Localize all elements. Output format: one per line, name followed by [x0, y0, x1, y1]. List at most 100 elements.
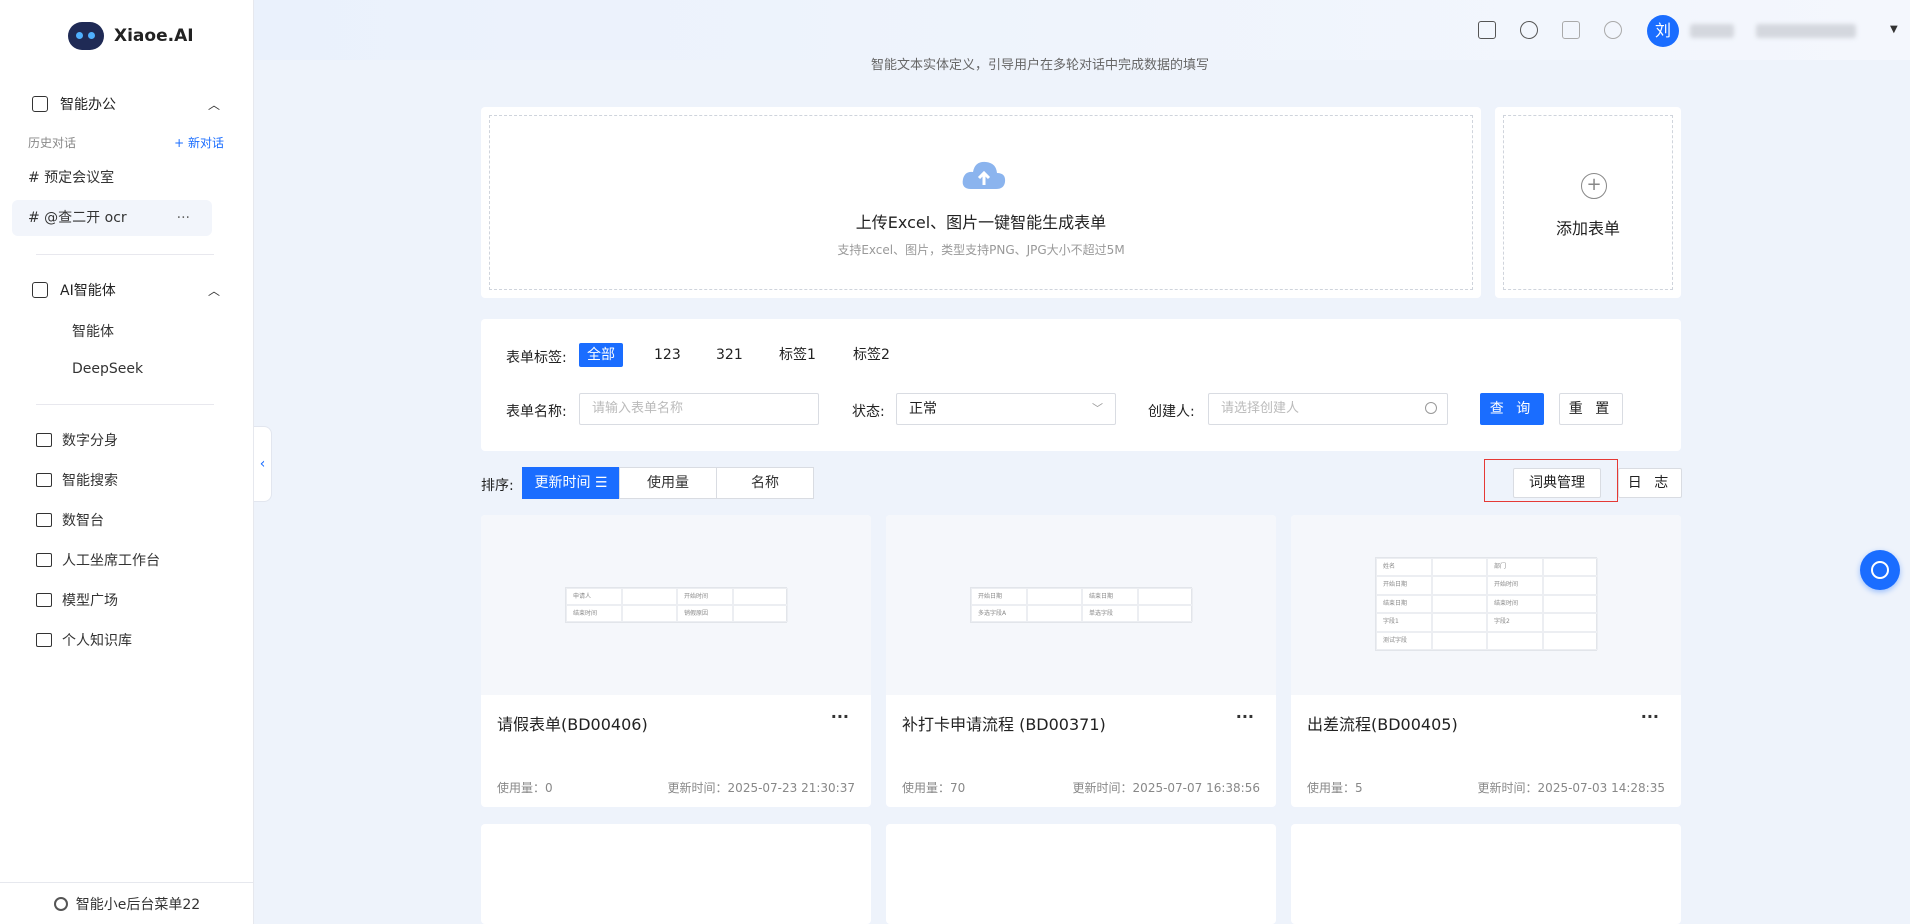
- form-thumbnail: 申请人 开始时间 结束时间 销假原因: [481, 515, 871, 695]
- search-list-icon: [36, 473, 52, 487]
- briefcase-icon: [32, 96, 48, 112]
- logo[interactable]: Xiaoe.AI: [68, 22, 194, 50]
- status-label: 状态:: [852, 404, 885, 420]
- section-label: AI智能体: [60, 283, 116, 299]
- collapse-sidebar-button[interactable]: ‹: [254, 426, 272, 502]
- cloud-upload-icon: [962, 161, 1006, 189]
- more-icon[interactable]: ···: [1236, 707, 1254, 726]
- robot-logo-icon: [68, 22, 104, 50]
- help-icon[interactable]: [1604, 21, 1622, 39]
- sort-label: 排序:: [481, 478, 514, 494]
- tag-label1[interactable]: 标签1: [771, 343, 824, 367]
- add-form-card[interactable]: + 添加表单: [1495, 107, 1681, 298]
- form-card-partial[interactable]: [886, 824, 1276, 924]
- search-icon: [1425, 402, 1437, 414]
- history-label: 历史对话: [28, 136, 77, 150]
- book-icon: [36, 633, 52, 647]
- sidebar-item-agent-workbench[interactable]: 人工坐席工作台: [36, 550, 160, 570]
- new-chat-button[interactable]: + 新对话: [174, 134, 224, 151]
- model-icon: [36, 593, 52, 607]
- headset-icon: [36, 553, 52, 567]
- form-card-partial[interactable]: [481, 824, 871, 924]
- status-select[interactable]: 正常 ﹀: [896, 393, 1116, 425]
- sort-updated-time[interactable]: 更新时间 ☰: [522, 467, 620, 499]
- admin-menu-label: 智能小e后台菜单22: [75, 896, 201, 913]
- query-button[interactable]: 查 询: [1480, 393, 1544, 425]
- chevron-up-icon[interactable]: ︿: [208, 282, 220, 299]
- app-name: Xiaoe.AI: [114, 26, 194, 46]
- preview-cell: 申请人: [566, 588, 622, 605]
- preview-cell: [1432, 576, 1487, 595]
- preview-cell: 测试字段: [1376, 631, 1432, 650]
- form-preview: 申请人 开始时间 结束时间 销假原因: [565, 587, 788, 623]
- history-header: 历史对话 + 新对话: [28, 134, 224, 151]
- sort-name[interactable]: 名称: [716, 467, 814, 499]
- reset-button[interactable]: 重 置: [1559, 393, 1623, 425]
- conversation-item[interactable]: # 预定会议室: [12, 160, 212, 196]
- dictionary-button[interactable]: 词典管理: [1513, 468, 1601, 498]
- preview-cell: 单选字段: [1082, 605, 1138, 622]
- preview-cell: [1543, 594, 1598, 614]
- tag-321[interactable]: 321: [708, 343, 751, 367]
- sidebar-item-smart-search[interactable]: 智能搜索: [36, 470, 118, 490]
- sidebar-item-model-square[interactable]: 模型广场: [36, 590, 118, 610]
- name-label: 表单名称:: [506, 404, 567, 420]
- sort-usage[interactable]: 使用量: [619, 467, 717, 499]
- sidebar: Xiaoe.AI 智能办公 ︿ 历史对话 + 新对话 # 预定会议室 # @查二…: [0, 0, 254, 924]
- chat-assistant-icon[interactable]: [1860, 550, 1900, 590]
- tag-all[interactable]: 全部: [579, 343, 623, 367]
- preview-cell: [622, 605, 677, 622]
- more-icon[interactable]: ···: [831, 707, 849, 726]
- preview-cell: [1487, 631, 1543, 650]
- upload-card[interactable]: 上传Excel、图片一键智能生成表单 支持Excel、图片，类型支持PNG、JP…: [481, 107, 1481, 298]
- form-card-partial[interactable]: [1291, 824, 1681, 924]
- preview-cell: [1432, 613, 1487, 632]
- preview-cell: [1432, 558, 1487, 577]
- chevron-down-icon[interactable]: ▼: [1890, 24, 1898, 35]
- sidebar-item-digital-twin[interactable]: 数字分身: [36, 430, 118, 450]
- tag-123[interactable]: 123: [646, 343, 689, 367]
- sidebar-item-knowledge-base[interactable]: 个人知识库: [36, 630, 132, 650]
- redacted-org: [1756, 24, 1856, 38]
- tag-label2[interactable]: 标签2: [845, 343, 898, 367]
- sidebar-section-office[interactable]: 智能办公 ︿: [32, 94, 220, 114]
- add-form-dropzone[interactable]: [1503, 115, 1673, 290]
- preview-cell: 部门: [1487, 558, 1543, 577]
- nav-label: 人工坐席工作台: [62, 553, 160, 569]
- admin-menu[interactable]: 智能小e后台菜单22: [0, 882, 254, 924]
- log-button[interactable]: 日 志: [1618, 468, 1682, 498]
- chevron-up-icon[interactable]: ︿: [208, 96, 220, 113]
- conversation-item-active[interactable]: # @查二开 ocr ···: [12, 200, 212, 236]
- settings-cog-icon[interactable]: [1520, 21, 1538, 39]
- avatar[interactable]: 刘: [1647, 15, 1679, 47]
- sidebar-section-agents[interactable]: AI智能体 ︿: [32, 280, 220, 300]
- form-card[interactable]: 姓名 部门 开始日期 开始时间 结束日期 结束时间 字段1 字段2 测试字段 出差流程(…: [1291, 515, 1681, 807]
- form-card[interactable]: 申请人 开始时间 结束时间 销假原因 请假表单(BD00406) ··· 使用量：0…: [481, 515, 871, 807]
- section-label: 智能办公: [60, 97, 116, 113]
- preview-cell: 字段1: [1376, 613, 1432, 632]
- sidebar-item-deepseek[interactable]: DeepSeek: [72, 361, 143, 377]
- form-usage: 使用量：5: [1307, 781, 1363, 795]
- form-name-input[interactable]: 请输入表单名称: [579, 393, 819, 425]
- conversation-label: # 预定会议室: [28, 170, 115, 186]
- preview-cell: 姓名: [1376, 558, 1432, 577]
- form-usage: 使用量：70: [902, 781, 966, 795]
- org-chart-icon[interactable]: [1562, 21, 1580, 39]
- preview-cell: [1432, 631, 1487, 650]
- gear-icon: [53, 896, 68, 911]
- chart-icon: [36, 513, 52, 527]
- sidebar-item-dashboard[interactable]: 数智台: [36, 510, 104, 530]
- form-title: 出差流程(BD00405): [1307, 715, 1458, 734]
- preview-cell: [1027, 605, 1082, 622]
- more-icon[interactable]: ···: [1641, 707, 1659, 726]
- creator-input[interactable]: 请选择创建人: [1208, 393, 1448, 425]
- apps-grid-icon[interactable]: [1478, 21, 1496, 39]
- upload-dropzone[interactable]: [489, 115, 1473, 290]
- more-icon[interactable]: ···: [177, 200, 190, 236]
- page-subtitle: 智能文本实体定义，引导用户在多轮对话中完成数据的填写: [870, 58, 1209, 73]
- form-card[interactable]: 开始日期 结束日期 多选字段A 单选字段 补打卡申请流程 (BD00371) ···…: [886, 515, 1276, 807]
- upload-hint: 支持Excel、图片，类型支持PNG、JPG大小不超过5M: [837, 243, 1125, 257]
- robot-icon: [32, 282, 48, 298]
- form-thumbnail: 开始日期 结束日期 多选字段A 单选字段: [886, 515, 1276, 695]
- sidebar-item-agent[interactable]: 智能体: [72, 321, 114, 341]
